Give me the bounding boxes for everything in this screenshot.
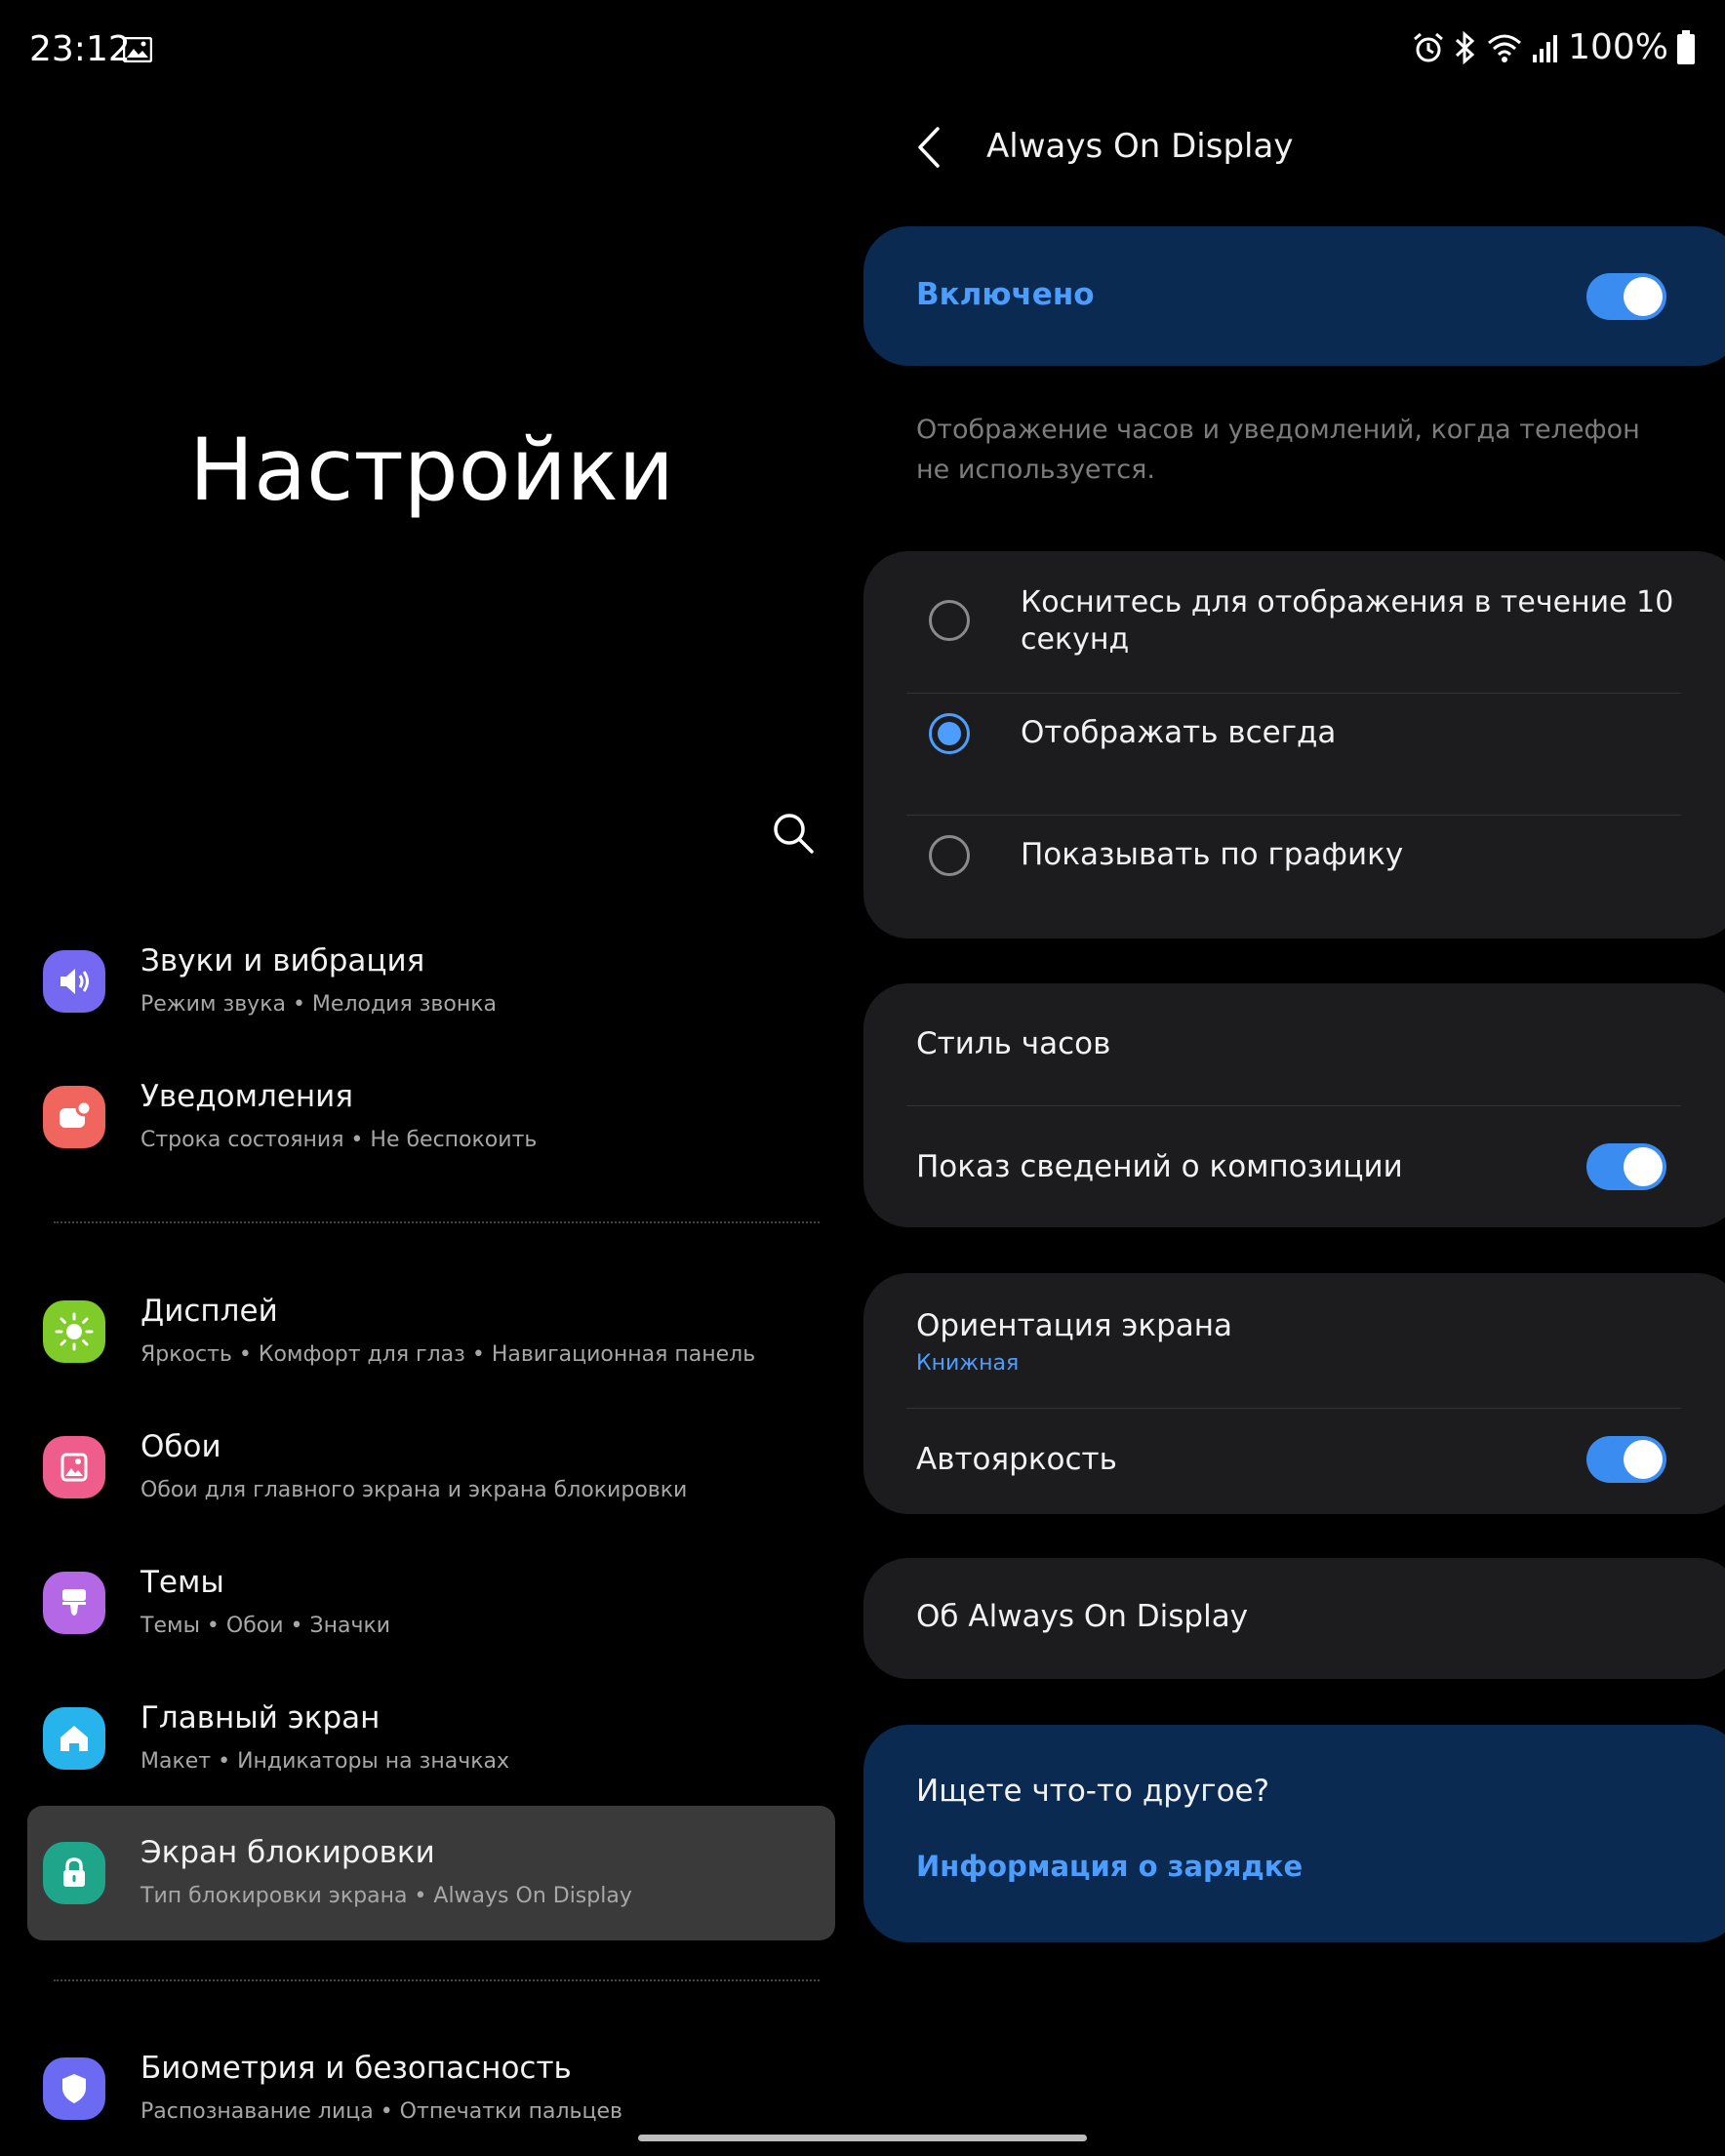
item-title: Темы bbox=[140, 1565, 224, 1600]
item-subtitle: Яркость • Комфорт для глаз • Навигационн… bbox=[140, 1342, 756, 1367]
item-title: Уведомления bbox=[140, 1079, 353, 1114]
mode-label: Отображать всегда bbox=[1021, 715, 1337, 750]
settings-item-lock-screen[interactable]: Экран блокировки Тип блокировки экрана •… bbox=[27, 1806, 835, 1940]
display-mode-card: Коснитесь для отображения в течение 10 с… bbox=[863, 551, 1725, 938]
always-on-display-pane: Always On Display Включено Отображение ч… bbox=[863, 0, 1725, 2154]
group-divider bbox=[54, 1221, 820, 1223]
settings-item-sounds[interactable]: Звуки и вибрация Режим звука • Мелодия з… bbox=[27, 914, 835, 1049]
about-card[interactable]: Об Always On Display bbox=[863, 1558, 1725, 1679]
row-divider bbox=[906, 1408, 1681, 1409]
item-subtitle: Строка состояния • Не беспокоить bbox=[140, 1128, 538, 1152]
item-subtitle: Макет • Индикаторы на значках bbox=[140, 1749, 509, 1774]
home-icon bbox=[43, 1707, 105, 1770]
settings-list-pane: Настройки Звуки и вибрация Режим звука •… bbox=[0, 0, 849, 2154]
screen-settings-card: Ориентация экрана Книжная Автояркость bbox=[863, 1273, 1725, 1514]
item-title: Дисплей bbox=[140, 1294, 278, 1329]
help-card: Ищете что-то другое? Информация о зарядк… bbox=[863, 1725, 1725, 1942]
page-title: Настройки bbox=[189, 419, 674, 520]
row-divider bbox=[906, 815, 1681, 816]
auto-brightness-label: Автояркость bbox=[916, 1442, 1117, 1477]
help-question: Ищете что-то другое? bbox=[916, 1774, 1270, 1809]
item-title: Обои bbox=[140, 1429, 221, 1464]
item-subtitle: Режим звука • Мелодия звонка bbox=[140, 992, 497, 1017]
item-title: Главный экран bbox=[140, 1700, 381, 1736]
charging-info-link[interactable]: Информация о зарядке bbox=[916, 1850, 1303, 1883]
lock-icon bbox=[43, 1842, 105, 1904]
auto-brightness-toggle[interactable] bbox=[1586, 1436, 1666, 1483]
mode-label: Коснитесь для отображения в течение 10 с… bbox=[1021, 585, 1674, 657]
row-divider bbox=[906, 693, 1681, 694]
item-subtitle: Тип блокировки экрана • Always On Displa… bbox=[140, 1884, 632, 1908]
clock-style-item[interactable]: Стиль часов bbox=[916, 1026, 1110, 1061]
item-subtitle: Обои для главного экрана и экрана блокир… bbox=[140, 1478, 688, 1502]
mode-label: Показывать по графику bbox=[1021, 837, 1404, 872]
orientation-label: Ориентация экрана bbox=[916, 1308, 1233, 1343]
radio-button-selected[interactable] bbox=[929, 713, 970, 754]
settings-item-display[interactable]: Дисплей Яркость • Комфорт для глаз • Нав… bbox=[27, 1264, 835, 1399]
item-subtitle: Распознавание лица • Отпечатки пальцев bbox=[140, 2099, 622, 2124]
settings-item-home-screen[interactable]: Главный экран Макет • Индикаторы на знач… bbox=[27, 1671, 835, 1806]
search-icon[interactable] bbox=[770, 810, 817, 857]
settings-item-themes[interactable]: Темы Темы • Обои • Значки bbox=[27, 1536, 835, 1670]
row-divider bbox=[906, 1105, 1681, 1106]
paint-brush-icon bbox=[43, 1572, 105, 1634]
shield-icon bbox=[43, 2057, 105, 2120]
radio-button[interactable] bbox=[929, 835, 970, 876]
music-info-label: Показ сведений о композиции bbox=[916, 1149, 1403, 1184]
item-title: Экран блокировки bbox=[140, 1835, 435, 1870]
sound-icon bbox=[43, 950, 105, 1013]
orientation-value: Книжная bbox=[916, 1351, 1020, 1376]
notification-icon bbox=[43, 1086, 105, 1148]
home-indicator[interactable] bbox=[638, 2135, 1087, 2141]
brightness-icon bbox=[43, 1300, 105, 1363]
back-arrow-icon[interactable] bbox=[914, 125, 943, 170]
feature-description: Отображение часов и уведомлений, когда т… bbox=[916, 415, 1640, 485]
master-switch-card[interactable]: Включено bbox=[863, 226, 1725, 366]
radio-button[interactable] bbox=[929, 600, 970, 641]
master-toggle[interactable] bbox=[1586, 273, 1666, 320]
group-divider bbox=[54, 1979, 820, 1981]
item-title: Звуки и вибрация bbox=[140, 943, 425, 978]
item-title: Биометрия и безопасность bbox=[140, 2051, 572, 2086]
master-switch-label: Включено bbox=[916, 277, 1095, 312]
wallpaper-icon bbox=[43, 1436, 105, 1498]
about-item: Об Always On Display bbox=[916, 1599, 1249, 1634]
settings-item-notifications[interactable]: Уведомления Строка состояния • Не беспок… bbox=[27, 1050, 835, 1184]
music-info-toggle[interactable] bbox=[1586, 1143, 1666, 1190]
item-subtitle: Темы • Обои • Значки bbox=[140, 1614, 391, 1638]
settings-item-wallpaper[interactable]: Обои Обои для главного экрана и экрана б… bbox=[27, 1400, 835, 1535]
clock-settings-card: Стиль часов Показ сведений о композиции bbox=[863, 983, 1725, 1227]
detail-title: Always On Display bbox=[986, 127, 1294, 166]
